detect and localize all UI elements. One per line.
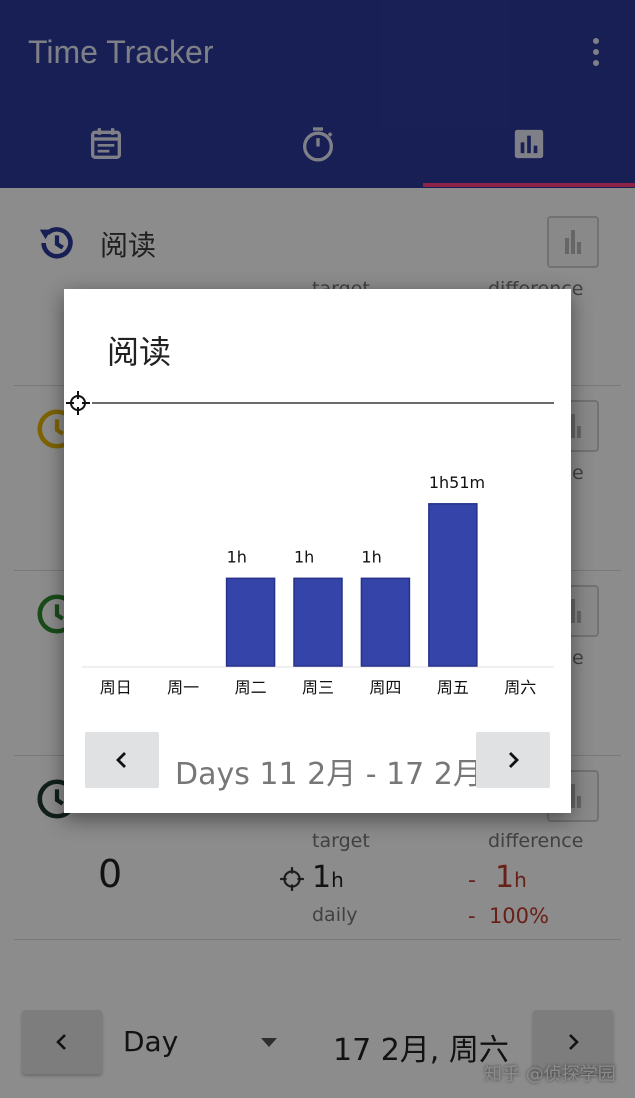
chevron-left-icon [116, 752, 126, 768]
x-tick-label: 周三 [302, 678, 334, 697]
chart-bar [293, 577, 343, 667]
chart-bar [428, 503, 478, 667]
x-tick-label: 周四 [369, 678, 401, 697]
date-range-label: Days 11 2月 - 17 2月 [175, 757, 483, 792]
x-tick-label: 周二 [235, 678, 267, 697]
previous-range-button[interactable] [85, 732, 159, 788]
next-range-button[interactable] [476, 732, 550, 788]
chart-bar [360, 577, 411, 667]
x-tick-label: 周六 [504, 678, 536, 697]
data-label: 1h51m [429, 473, 485, 492]
chart-bar [225, 577, 276, 667]
x-tick-label: 周日 [100, 678, 132, 697]
data-label: 1h [361, 547, 381, 566]
statistics-dialog: 阅读 周日 周一 1h 周二 1h 周三 1h 周四 1h51m 周五 周六 Days 11 2月 … [64, 289, 571, 813]
x-tick-label: 周五 [437, 678, 469, 697]
weekly-bar-chart: 周日 周一 1h 周二 1h 周三 1h 周四 1h51m 周五 周六 [66, 391, 554, 697]
data-label: 1h [294, 547, 314, 566]
x-tick-label: 周一 [167, 678, 199, 697]
data-label: 1h [227, 547, 247, 566]
dialog-title: 阅读 [107, 333, 172, 371]
target-crosshair-icon [66, 391, 90, 415]
chevron-right-icon [509, 752, 519, 768]
